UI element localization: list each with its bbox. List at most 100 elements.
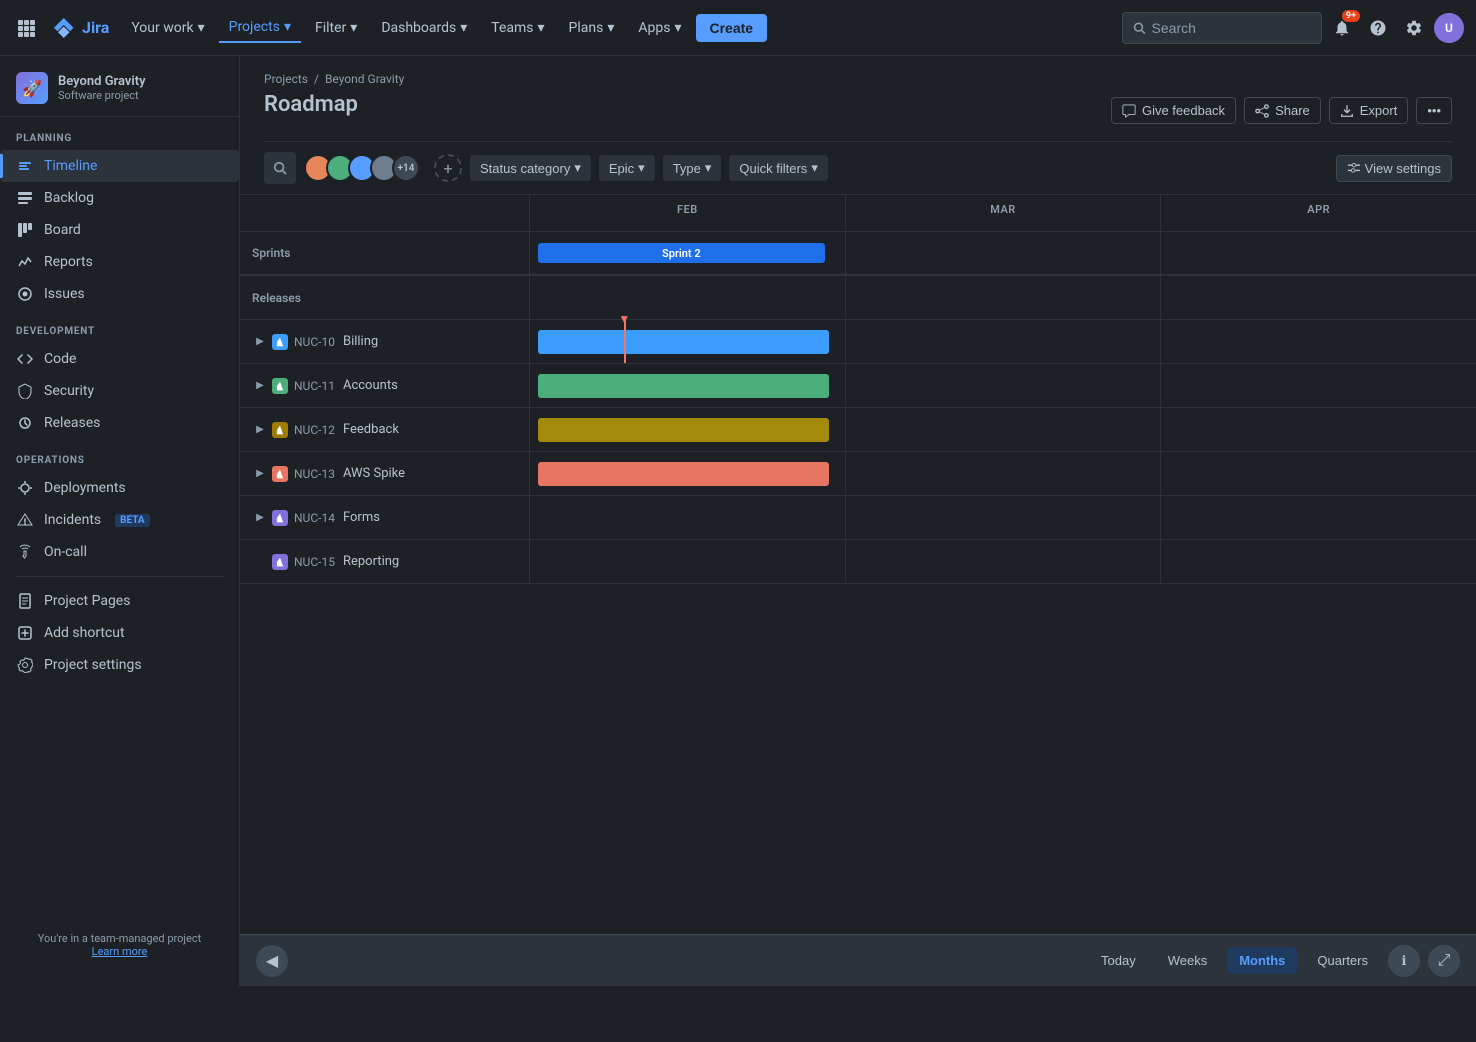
settings-button[interactable] — [1398, 12, 1430, 44]
nav-your-work[interactable]: Your work ▾ — [121, 14, 214, 42]
sprints-cell-apr — [1161, 232, 1476, 274]
roadmap-body: Sprints Sprint 2 — [240, 232, 1476, 934]
sidebar-item-project-pages[interactable]: Project Pages — [0, 585, 239, 617]
sidebar-item-backlog[interactable]: Backlog — [0, 182, 239, 214]
top-navigation: Jira Your work ▾ Projects ▾ Filter ▾ Das… — [0, 0, 1476, 56]
user-avatar[interactable]: U — [1434, 13, 1464, 43]
quick-filters-button[interactable]: Quick filters ▾ — [729, 155, 827, 181]
nuc-12-expand[interactable]: ▶ — [252, 422, 268, 438]
sidebar-item-security[interactable]: Security — [0, 375, 239, 407]
nuc-15-cell-feb — [530, 540, 846, 583]
nav-plans[interactable]: Plans ▾ — [559, 14, 625, 42]
sidebar-item-code[interactable]: Code — [0, 343, 239, 375]
table-row: ▶ NUC-10 Billing — [240, 320, 1476, 364]
status-category-filter[interactable]: Status category ▾ — [470, 155, 591, 181]
nav-dashboards[interactable]: Dashboards ▾ — [371, 14, 477, 42]
sidebar-item-incidents[interactable]: Incidents BETA — [0, 504, 239, 536]
nuc-11-cell-apr — [1161, 364, 1476, 407]
notifications-button[interactable]: 9+ — [1326, 12, 1358, 44]
nuc-10-bar[interactable] — [538, 330, 829, 354]
nuc-10-expand[interactable]: ▶ — [252, 334, 268, 350]
quarters-button[interactable]: Quarters — [1305, 947, 1380, 974]
project-icon: 🚀 — [16, 72, 48, 104]
add-shortcut-icon — [16, 624, 34, 642]
project-header[interactable]: 🚀 Beyond Gravity Software project — [0, 56, 239, 117]
epic-filter[interactable]: Epic ▾ — [599, 155, 655, 181]
breadcrumb-projects[interactable]: Projects — [264, 72, 308, 86]
nuc-13-expand[interactable]: ▶ — [252, 466, 268, 482]
settings-icon — [1405, 19, 1423, 37]
nuc-12-content — [530, 408, 1476, 451]
nuc-11-cell-mar — [846, 364, 1162, 407]
roadmap-months-header: FEB MAR APR — [240, 195, 1476, 232]
nuc-14-expand[interactable]: ▶ — [252, 510, 268, 526]
share-button[interactable]: Share — [1244, 97, 1321, 124]
nuc-14-cell-feb — [530, 496, 846, 539]
nav-teams[interactable]: Teams ▾ — [481, 14, 554, 42]
view-settings-icon — [1347, 161, 1361, 175]
info-button[interactable]: ℹ — [1388, 945, 1420, 977]
bottom-bar-left: ◀ — [256, 945, 288, 977]
breadcrumb-project[interactable]: Beyond Gravity — [325, 72, 404, 86]
avatar-count[interactable]: +14 — [392, 154, 420, 182]
sprints-row: Sprints Sprint 2 — [240, 232, 1476, 276]
reports-icon — [16, 253, 34, 271]
give-feedback-button[interactable]: Give feedback — [1111, 97, 1236, 124]
roadmap-search-button[interactable] — [264, 152, 296, 184]
sidebar-item-deployments[interactable]: Deployments — [0, 472, 239, 504]
nuc-14-content — [530, 496, 1476, 539]
nuc-10-cell-mar — [846, 320, 1162, 363]
nav-filter[interactable]: Filter ▾ — [305, 14, 367, 42]
type-filter[interactable]: Type ▾ — [663, 155, 722, 181]
sidebar-item-issues[interactable]: Issues — [0, 278, 239, 310]
today-button[interactable]: Today — [1089, 947, 1148, 974]
nuc-13-bar[interactable] — [538, 462, 829, 486]
nuc-11-content — [530, 364, 1476, 407]
nuc-10-icon — [272, 334, 288, 350]
months-button[interactable]: Months — [1227, 947, 1297, 974]
search-input[interactable] — [1152, 20, 1311, 36]
nuc-12-bar[interactable] — [538, 418, 829, 442]
search-icon-small — [273, 161, 287, 175]
releases-cell-feb — [530, 276, 846, 319]
search-bar[interactable] — [1122, 12, 1322, 44]
sprints-cell-feb: Sprint 2 — [530, 232, 846, 274]
sidebar-item-reports[interactable]: Reports — [0, 246, 239, 278]
nuc-11-label: ▶ NUC-11 Accounts — [240, 364, 530, 407]
sidebar-item-releases[interactable]: Releases — [0, 407, 239, 439]
sidebar-item-timeline[interactable]: Timeline — [0, 150, 239, 182]
search-icon — [1133, 21, 1146, 35]
export-button[interactable]: Export — [1329, 97, 1409, 124]
sidebar-item-add-shortcut[interactable]: Add shortcut — [0, 617, 239, 649]
board-icon — [16, 221, 34, 239]
nav-projects[interactable]: Projects ▾ — [219, 13, 301, 43]
learn-more-link[interactable]: Learn more — [92, 945, 148, 958]
sidebar-item-oncall[interactable]: On-call — [0, 536, 239, 568]
timeline-icon — [16, 157, 34, 175]
incidents-icon — [16, 511, 34, 529]
nav-apps[interactable]: Apps ▾ — [628, 14, 691, 42]
project-settings-icon — [16, 656, 34, 674]
sidebar: 🚀 Beyond Gravity Software project PLANNI… — [0, 56, 240, 986]
scroll-left-button[interactable]: ◀ — [256, 945, 288, 977]
month-apr: APR — [1161, 195, 1476, 231]
view-settings-button[interactable]: View settings — [1336, 155, 1452, 182]
more-options-button[interactable]: ••• — [1416, 97, 1452, 124]
sidebar-item-board[interactable]: Board — [0, 214, 239, 246]
weeks-button[interactable]: Weeks — [1156, 947, 1220, 974]
add-person-button[interactable]: + — [434, 154, 462, 182]
releases-cell-mar — [846, 276, 1162, 319]
help-button[interactable] — [1362, 12, 1394, 44]
nuc-10-content — [530, 320, 1476, 363]
share-icon — [1255, 104, 1269, 118]
sprint-2-bar[interactable]: Sprint 2 — [538, 243, 825, 263]
jira-logo[interactable]: Jira — [44, 16, 117, 40]
nuc-10-cell-apr — [1161, 320, 1476, 363]
grid-menu-icon[interactable] — [12, 14, 40, 42]
fullscreen-button[interactable]: ⤢ — [1428, 945, 1460, 977]
create-button[interactable]: Create — [696, 14, 768, 42]
sidebar-item-project-settings[interactable]: Project settings — [0, 649, 239, 681]
notification-badge: 9+ — [1342, 10, 1360, 22]
nuc-11-expand[interactable]: ▶ — [252, 378, 268, 394]
nuc-11-bar[interactable] — [538, 374, 829, 398]
